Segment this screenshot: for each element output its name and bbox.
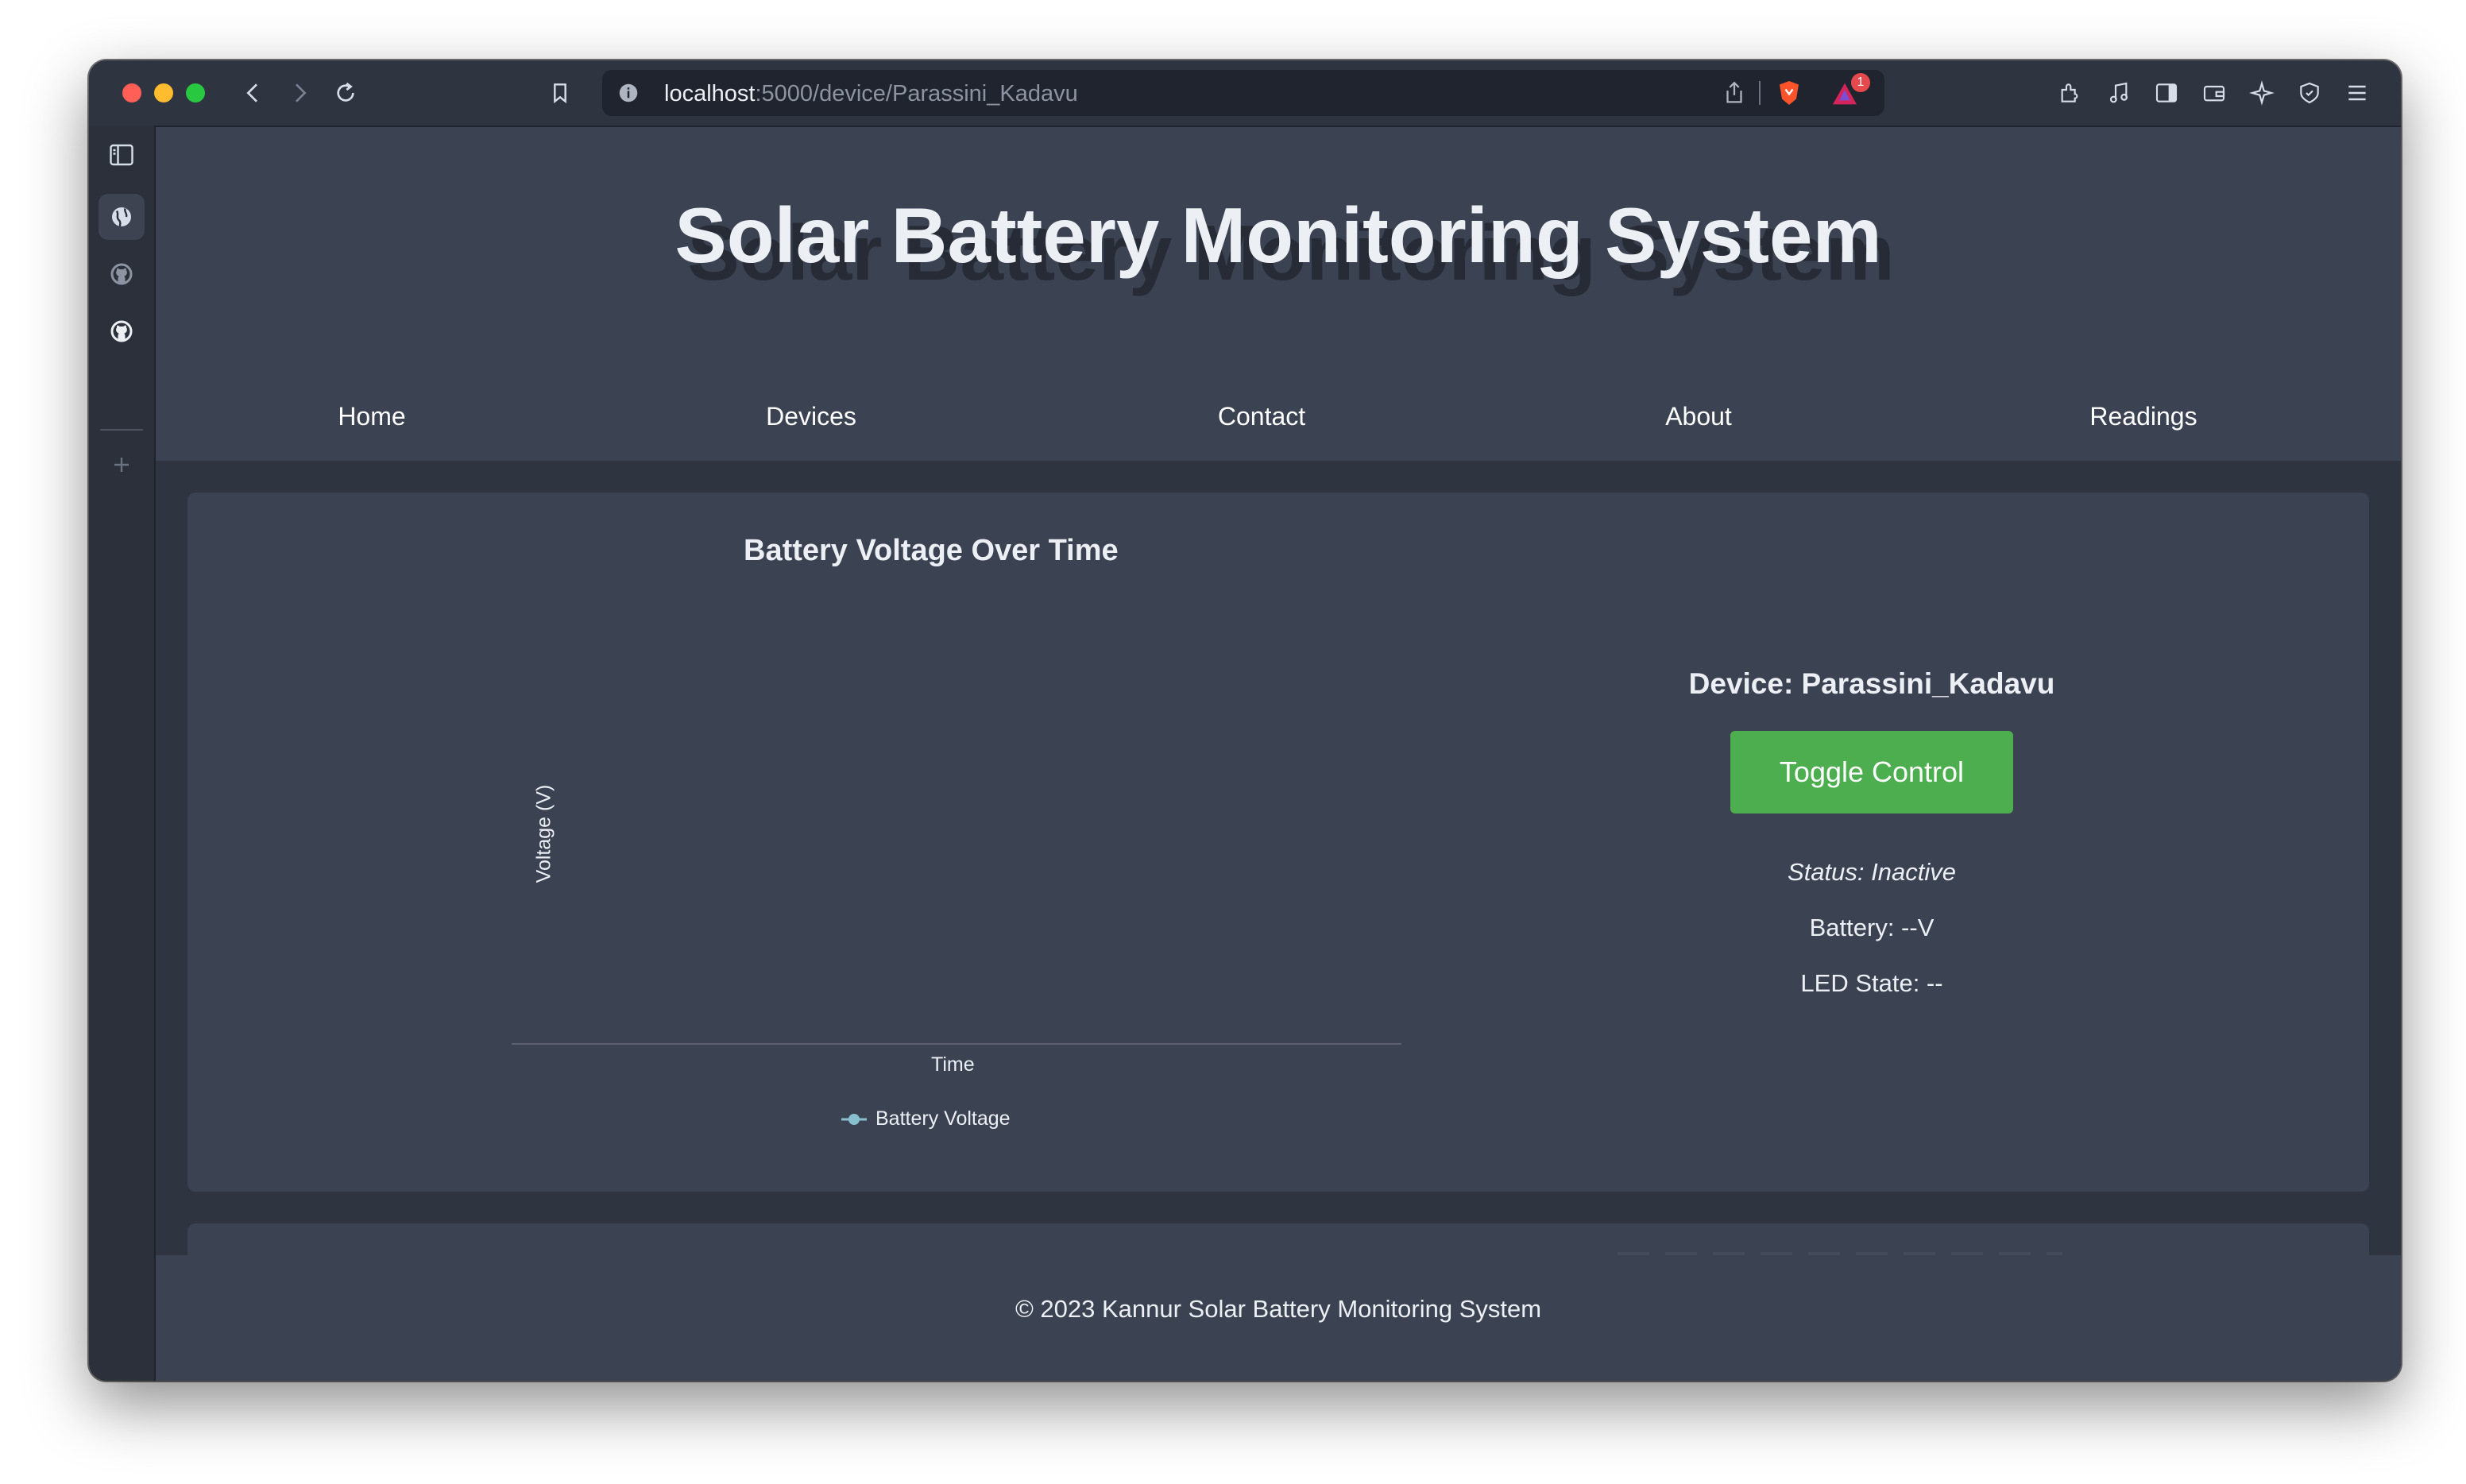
sidebar-panel-icon[interactable]	[99, 132, 145, 178]
close-window-button[interactable]	[122, 83, 141, 102]
share-icon[interactable]	[1721, 79, 1748, 106]
address-bar[interactable]: localhost:5000/device/Parassini_Kadavu 1	[602, 70, 1884, 116]
leo-ai-icon[interactable]	[2247, 78, 2277, 108]
chart-x-axis-label: Time	[931, 1053, 975, 1076]
device-status: Status: Inactive	[1788, 858, 1956, 886]
globe-icon[interactable]	[99, 194, 145, 240]
chart-x-axis-line	[512, 1043, 1401, 1045]
toggle-control-button[interactable]: Toggle Control	[1730, 731, 2013, 813]
main-nav: Home Devices Contact About Readings	[156, 397, 2401, 461]
nav-link-readings[interactable]: Readings	[2089, 402, 2197, 431]
site-header: Solar Battery Monitoring System Solar Ba…	[156, 127, 2401, 461]
minimize-window-button[interactable]	[154, 83, 173, 102]
nav-link-about[interactable]: About	[1665, 402, 1732, 431]
reload-icon[interactable]	[330, 78, 361, 108]
browser-sidebar	[89, 126, 156, 1381]
url-text[interactable]: localhost:5000/device/Parassini_Kadavu	[664, 81, 1078, 107]
chart-title: Battery Voltage Over Time	[744, 534, 1119, 567]
nav-link-home[interactable]: Home	[338, 402, 405, 431]
device-title: Device: Parassini_Kadavu	[1688, 667, 2055, 700]
brave-shields-icon[interactable]	[1775, 78, 1803, 108]
device-card: Battery Voltage Over Time Voltage (V) Ti…	[187, 493, 2369, 1192]
vpn-shield-icon[interactable]	[2294, 78, 2325, 108]
legend-label: Battery Voltage	[875, 1107, 1011, 1130]
notification-badge: 1	[1851, 73, 1870, 92]
legend-swatch-icon	[841, 1114, 867, 1125]
site-info-icon[interactable]	[616, 81, 640, 105]
nav-link-contact[interactable]: Contact	[1218, 402, 1305, 431]
chart-y-axis-label: Voltage (V)	[532, 784, 555, 883]
browser-toolbar: localhost:5000/device/Parassini_Kadavu 1	[89, 60, 2401, 127]
extensions-icon[interactable]	[2054, 78, 2085, 108]
forward-arrow-icon[interactable]	[284, 78, 315, 108]
sidebar-divider	[100, 429, 143, 431]
github-icon[interactable]	[99, 308, 145, 354]
add-icon[interactable]	[99, 442, 145, 488]
url-path: :5000/device/Parassini_Kadavu	[755, 81, 1078, 106]
web-page: Solar Battery Monitoring System Solar Ba…	[156, 127, 2401, 1381]
github-icon[interactable]	[99, 251, 145, 297]
browser-window: localhost:5000/device/Parassini_Kadavu 1	[89, 60, 2401, 1381]
music-icon[interactable]	[2104, 78, 2134, 108]
url-host: localhost	[664, 81, 756, 106]
sidebar-toggle-icon[interactable]	[2151, 78, 2182, 108]
bookmark-icon[interactable]	[545, 78, 575, 108]
menu-icon[interactable]	[2342, 78, 2372, 108]
wallet-icon[interactable]	[2199, 78, 2229, 108]
site-title: Solar Battery Monitoring System	[674, 191, 1882, 279]
nav-link-devices[interactable]: Devices	[766, 402, 856, 431]
back-arrow-icon[interactable]	[238, 78, 269, 108]
url-separator	[1759, 81, 1761, 105]
maximize-window-button[interactable]	[186, 83, 205, 102]
site-footer: © 2023 Kannur Solar Battery Monitoring S…	[156, 1255, 2401, 1381]
footer-copyright: © 2023 Kannur Solar Battery Monitoring S…	[1015, 1295, 1542, 1323]
battery-voltage: Battery: --V	[1809, 914, 1935, 941]
led-state: LED State: --	[1800, 969, 1943, 997]
